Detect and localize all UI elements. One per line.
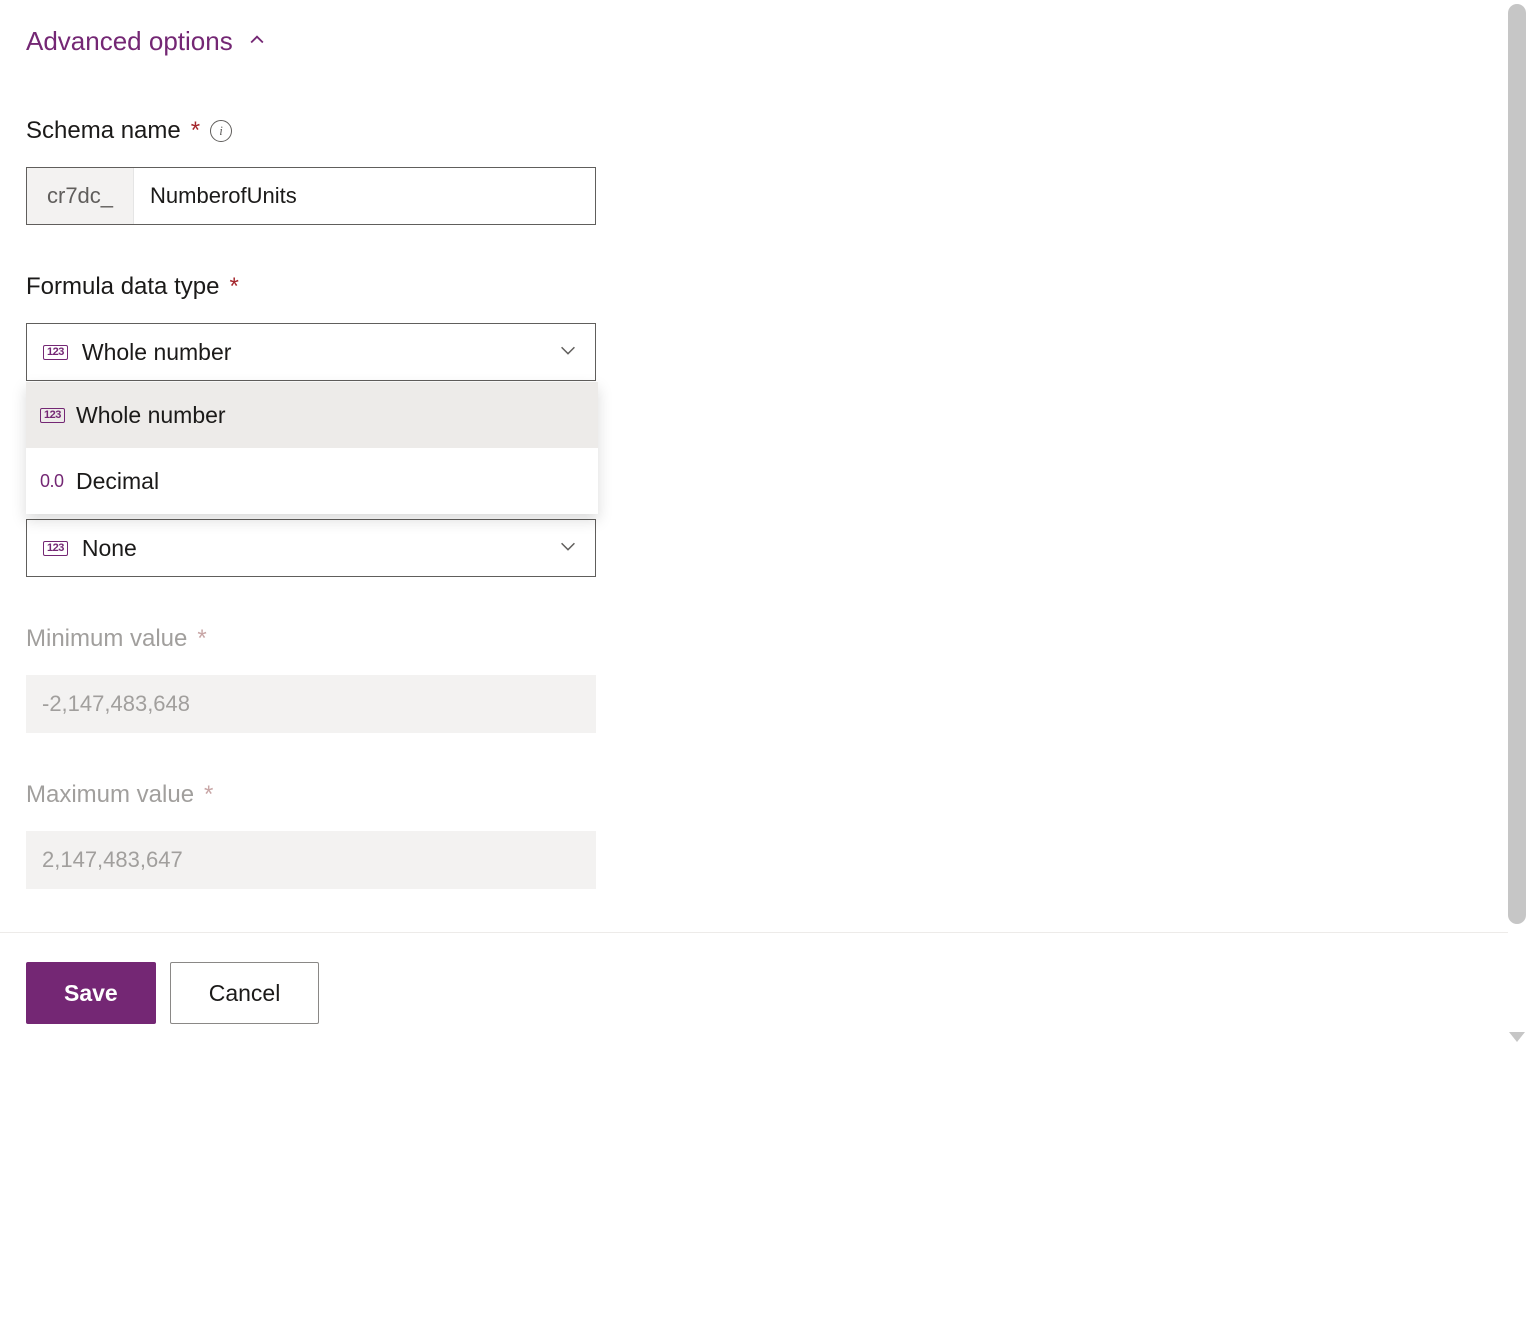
option-label: Decimal [76,468,159,495]
required-indicator: * [191,117,200,145]
whole-number-icon: 123 [43,541,68,556]
maximum-value-field: Maximum value * 2,147,483,647 [26,781,1464,889]
maximum-value-label: Maximum value [26,781,194,809]
formula-data-type-select[interactable]: 123 Whole number 123 Whole number 0.0 De… [26,323,596,381]
required-indicator: * [229,273,238,301]
formula-data-type-field: Formula data type * 123 Whole number 123… [26,273,1464,381]
scrollbar[interactable] [1506,0,1528,1040]
option-decimal[interactable]: 0.0 Decimal [26,448,598,514]
minimum-value-input: -2,147,483,648 [26,675,596,733]
advanced-options-label: Advanced options [26,26,233,57]
cancel-button[interactable]: Cancel [170,962,320,1024]
whole-number-icon: 123 [43,345,68,360]
scrollbar-down-arrow-icon[interactable] [1509,1032,1525,1042]
info-icon[interactable]: i [210,120,232,142]
formula-data-type-label: Formula data type [26,273,219,301]
minimum-value-text: -2,147,483,648 [42,691,190,717]
minimum-value-label: Minimum value [26,625,187,653]
schema-name-label: Schema name [26,117,181,145]
formula-data-type-value: Whole number [82,339,557,366]
chevron-down-icon [557,339,579,366]
schema-prefix: cr7dc_ [27,168,134,224]
footer-actions: Save Cancel [26,962,319,1024]
save-button[interactable]: Save [26,962,156,1024]
option-whole-number[interactable]: 123 Whole number [26,382,598,448]
formula-data-type-dropdown: 123 Whole number 0.0 Decimal [26,382,598,514]
footer-divider [0,932,1508,933]
schema-name-input[interactable] [134,168,595,224]
schema-name-field: Schema name * i cr7dc_ [26,117,1464,225]
scrollbar-thumb[interactable] [1508,4,1526,924]
schema-name-input-group: cr7dc_ [26,167,596,225]
minimum-value-field: Minimum value * -2,147,483,648 [26,625,1464,733]
maximum-value-text: 2,147,483,647 [42,847,183,873]
chevron-up-icon [247,26,267,57]
maximum-value-input: 2,147,483,647 [26,831,596,889]
required-indicator: * [204,781,213,809]
option-label: Whole number [76,402,226,429]
chevron-down-icon [557,535,579,562]
required-indicator: * [197,625,206,653]
format-value: None [82,535,557,562]
decimal-icon: 0.0 [40,471,76,492]
whole-number-icon: 123 [40,408,76,423]
format-select[interactable]: 123 None [26,519,596,577]
advanced-options-toggle[interactable]: Advanced options [26,26,1464,57]
